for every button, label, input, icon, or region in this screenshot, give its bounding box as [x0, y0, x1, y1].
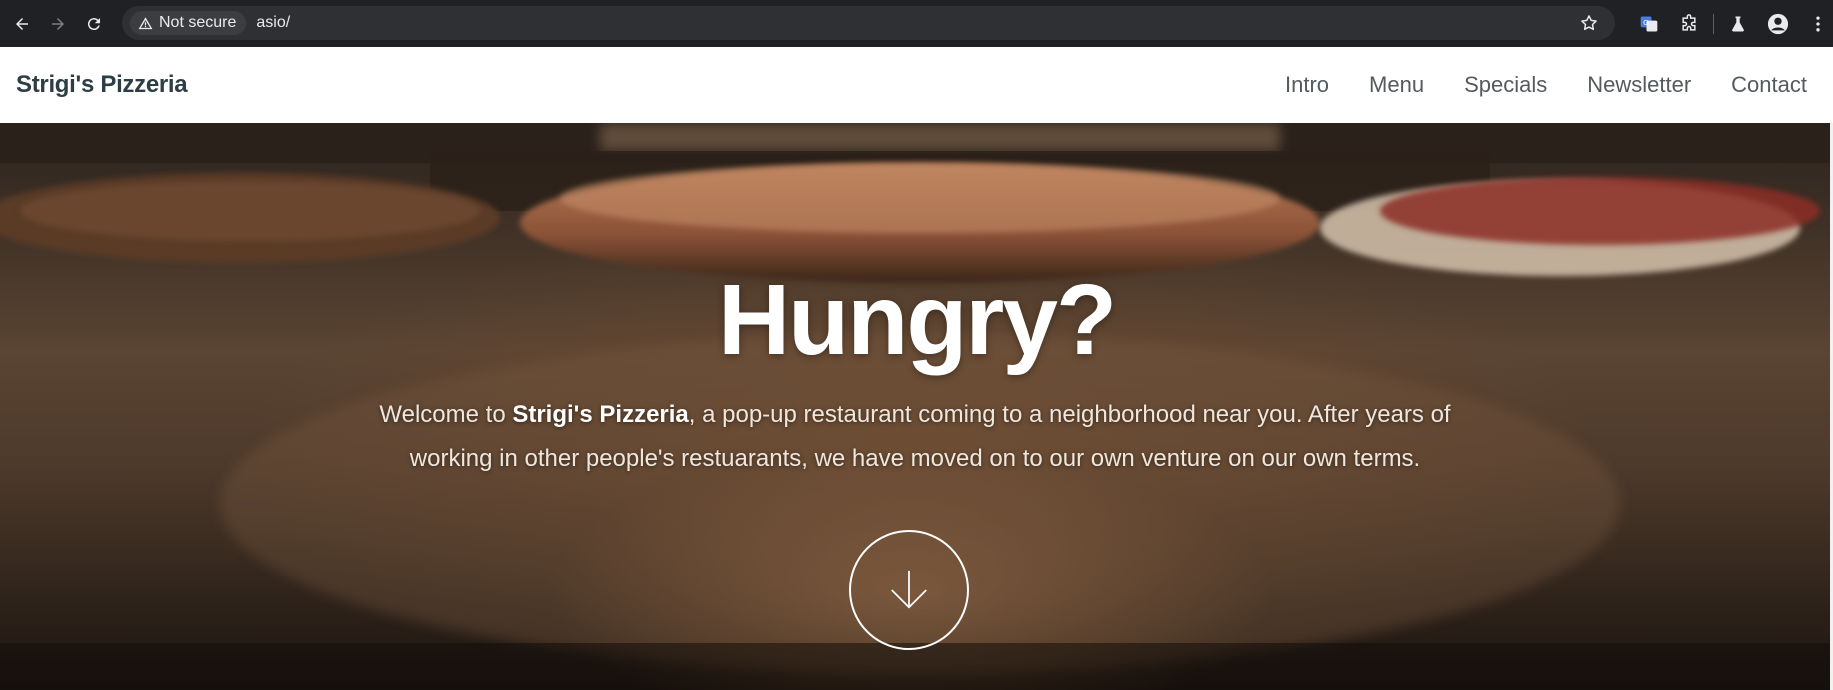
nav-link-contact[interactable]: Contact — [1731, 72, 1807, 98]
warning-icon — [138, 16, 153, 29]
site-brand-link[interactable]: Strigi's Pizzeria — [16, 71, 188, 99]
labs-button[interactable] — [1727, 13, 1749, 35]
reload-button[interactable] — [80, 10, 108, 38]
reload-icon — [87, 17, 100, 30]
hero-section: Hungry? Welcome to Strigi's Pizzeria, a … — [0, 123, 1833, 690]
nav-link-specials[interactable]: Specials — [1464, 72, 1547, 98]
scroll-down-button[interactable] — [849, 530, 969, 650]
more-menu-button[interactable] — [1807, 13, 1829, 35]
forward-button[interactable] — [44, 10, 72, 38]
star-icon[interactable] — [1579, 13, 1599, 33]
arrow-down-icon — [891, 570, 927, 609]
extension-toolbar: G — [1629, 0, 1833, 47]
nav-link-menu[interactable]: Menu — [1369, 72, 1424, 98]
more-icon — [1816, 16, 1820, 31]
nav-link-intro[interactable]: Intro — [1285, 72, 1329, 98]
site-nav: Intro Menu Specials Newsletter Contact — [1285, 47, 1807, 123]
svg-text:G: G — [1643, 17, 1649, 26]
profile-icon — [1767, 13, 1789, 34]
address-bar[interactable]: Not secure asio/ — [122, 6, 1615, 40]
site-header: Strigi's Pizzeria Intro Menu Specials Ne… — [0, 47, 1833, 123]
profile-button[interactable] — [1767, 13, 1789, 35]
hero-intro: Welcome to Strigi's Pizzeria, a pop-up r… — [340, 393, 1490, 481]
extensions-icon — [1682, 13, 1696, 31]
security-indicator[interactable]: Not secure — [130, 11, 247, 35]
translate-icon: G — [1640, 16, 1658, 31]
security-label: Not secure — [159, 14, 237, 31]
back-arrow-icon — [16, 17, 28, 30]
hero-title: Hungry? — [717, 264, 1117, 376]
url-text[interactable]: asio/ — [256, 14, 290, 32]
browser-toolbar: Not secure asio/ G — [0, 0, 1833, 47]
forward-arrow-icon — [52, 17, 64, 30]
labs-icon — [1732, 16, 1744, 31]
toolbar-separator — [1713, 13, 1714, 34]
extensions-button[interactable] — [1678, 13, 1700, 35]
back-button[interactable] — [8, 10, 36, 38]
hero-intro-brand: Strigi's Pizzeria — [512, 401, 689, 428]
translate-button[interactable]: G — [1638, 13, 1660, 35]
hero-intro-prefix: Welcome to — [379, 401, 513, 428]
nav-link-newsletter[interactable]: Newsletter — [1587, 72, 1691, 98]
